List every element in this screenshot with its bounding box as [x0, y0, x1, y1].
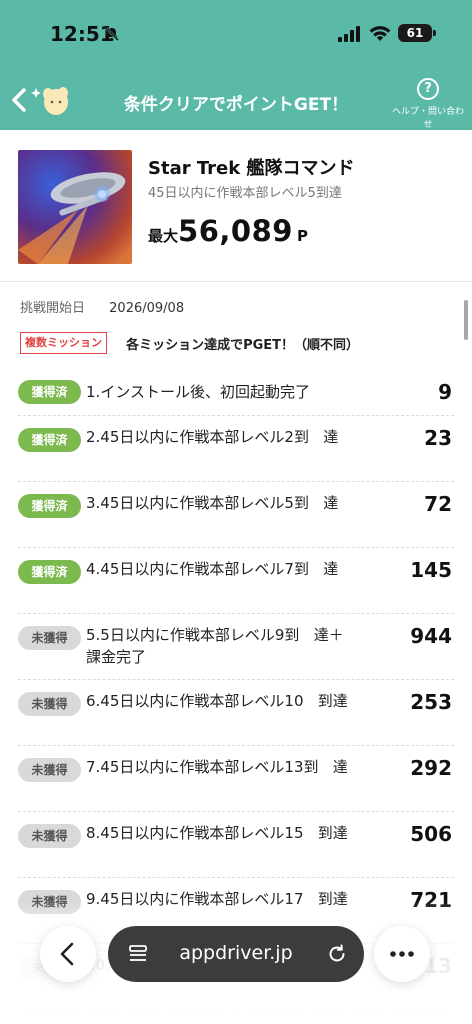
status-badge-unearned: 未獲得 [18, 758, 81, 782]
max-points-value: 56,089 [178, 214, 293, 248]
mission-text: 5.5日以内に作戦本部レベル9到 達＋課金完了 [86, 626, 344, 666]
mission-text: 2.45日以内に作戦本部レベル2到 達 [86, 428, 339, 446]
help-label: ヘルプ・問い合わせ [391, 107, 464, 130]
app-condition: 45日以内に作戦本部レベル5到達 [148, 186, 342, 201]
mission-points: 145 [410, 558, 452, 582]
mission-text: 3.45日以内に作戦本部レベル5到 達 [86, 494, 339, 512]
mission-points: 506 [410, 822, 452, 846]
url-bar[interactable]: appdriver.jp [108, 926, 364, 982]
mission-row[interactable]: 獲得済 4.45日以内に作戦本部レベル7到 達 145 [18, 548, 454, 614]
signal-icon [338, 26, 360, 42]
battery-indicator: 61 [398, 24, 436, 42]
max-points-unit: P [296, 227, 308, 245]
app-info-card: Star Trek 艦隊コマンド 45日以内に作戦本部レベル5到達 最大56,0… [0, 130, 472, 282]
status-badge-earned: 獲得済 [18, 428, 81, 452]
status-badge-unearned: 未獲得 [18, 824, 81, 848]
start-date-label: 挑戦開始日 [20, 301, 86, 316]
multi-mission-text: 各ミッション達成でPGET！（順不同） [126, 337, 360, 353]
mission-text: 6.45日以内に作戦本部レベル10 到達 [86, 692, 348, 710]
bell-slash-icon [105, 27, 119, 41]
scrollbar[interactable] [464, 300, 468, 340]
start-date-row: 挑戦開始日 2026/09/08 [20, 297, 184, 316]
nav-bar: 条件クリアでポイントGET！ ? ヘルプ・問い合わせ [0, 72, 472, 130]
status-badge-earned: 獲得済 [18, 494, 81, 518]
mission-text: 1.インストール後、初回起動完了 [86, 383, 311, 401]
status-bar: 12:51 61 [0, 0, 472, 72]
mission-row[interactable]: 獲得済 1.インストール後、初回起動完了 9 [18, 368, 454, 416]
mission-text: 7.45日以内に作戦本部レベル13到 達 [86, 758, 348, 776]
multi-mission-badge: 複数ミッション [20, 332, 107, 354]
mission-row[interactable]: 未獲得 7.45日以内に作戦本部レベル13到 達 292 [18, 746, 454, 812]
mission-text: 4.45日以内に作戦本部レベル7到 達 [86, 560, 339, 578]
mission-row[interactable]: 獲得済 3.45日以内に作戦本部レベル5到 達 72 [18, 482, 454, 548]
mission-points: 253 [410, 690, 452, 714]
mission-points: 23 [424, 426, 452, 450]
mission-points: 9 [438, 380, 452, 404]
start-date-value: 2026/09/08 [109, 301, 185, 316]
max-points: 最大56,089 P [148, 214, 308, 248]
chevron-left-icon [60, 942, 74, 966]
browser-more-button[interactable] [374, 926, 430, 982]
app-name: Star Trek 艦隊コマンド [148, 158, 355, 179]
status-badge-unearned: 未獲得 [18, 626, 81, 650]
status-badge-earned: 獲得済 [18, 560, 81, 584]
reload-icon[interactable] [326, 943, 348, 965]
mission-row[interactable]: 未獲得 6.45日以内に作戦本部レベル10 到達 253 [18, 680, 454, 746]
mission-row[interactable]: 未獲得 8.45日以内に作戦本部レベル15 到達 506 [18, 812, 454, 878]
mission-points: 72 [424, 492, 452, 516]
help-button[interactable]: ? ヘルプ・問い合わせ [388, 78, 468, 130]
status-badge-unearned: 未獲得 [18, 692, 81, 716]
more-icon [390, 951, 414, 957]
max-label: 最大 [148, 227, 179, 245]
mission-points: 292 [410, 756, 452, 780]
status-badge-earned: 獲得済 [18, 380, 81, 404]
help-icon: ? [417, 78, 439, 100]
wifi-icon [369, 26, 391, 41]
multi-mission-row: 複数ミッション 各ミッション達成でPGET！（順不同） [20, 332, 359, 356]
app-thumbnail [18, 150, 132, 264]
mission-row[interactable]: 未獲得 5.5日以内に作戦本部レベル9到 達＋課金完了 944 [18, 614, 454, 680]
mission-text: 8.45日以内に作戦本部レベル15 到達 [86, 824, 348, 842]
browser-back-button[interactable] [40, 926, 96, 982]
mission-points: 944 [410, 624, 452, 648]
mission-row[interactable]: 獲得済 2.45日以内に作戦本部レベル2到 達 23 [18, 416, 454, 482]
